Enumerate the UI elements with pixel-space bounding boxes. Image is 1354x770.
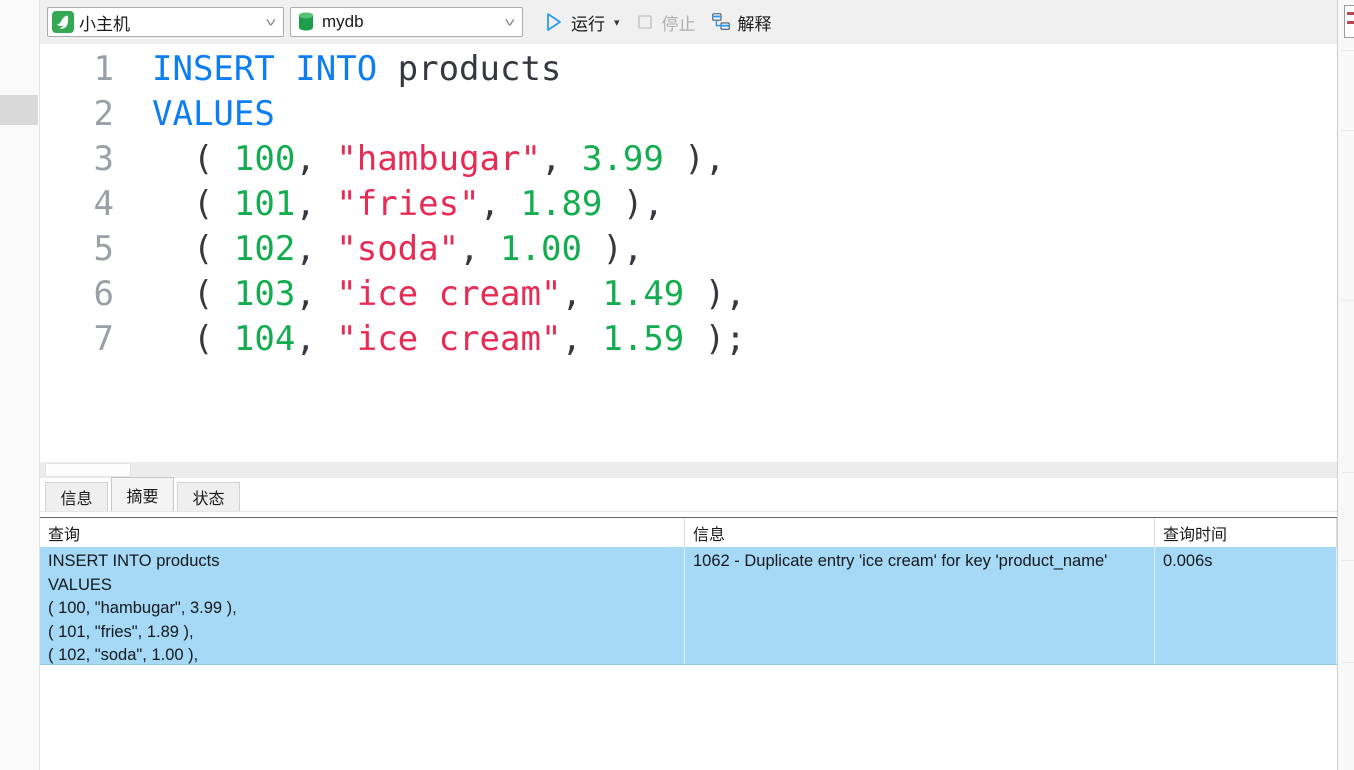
line-number: 2 xyxy=(40,92,133,137)
editor-line[interactable]: 5 ( 102, "soda", 1.00 ), xyxy=(40,227,1337,272)
summary-grid: 查询信息查询时间 INSERT INTO products VALUES ( 1… xyxy=(40,512,1337,770)
right-rail xyxy=(1337,0,1354,770)
column-header[interactable]: 信息 xyxy=(685,518,1155,547)
left-rail xyxy=(0,0,40,770)
column-header[interactable]: 查询时间 xyxy=(1155,518,1337,547)
code-text: INSERT INTO products xyxy=(133,47,561,92)
database-value: mydb xyxy=(322,12,502,32)
stop-button: 停止 xyxy=(634,10,696,35)
code-text: ( 100, "hambugar", 3.99 ), xyxy=(133,137,725,182)
editor-line[interactable]: 7 ( 104, "ice cream", 1.59 ); xyxy=(40,317,1337,362)
editor-line[interactable]: 2VALUES xyxy=(40,92,1337,137)
code-text: ( 104, "ice cream", 1.59 ); xyxy=(133,317,746,362)
editor-horizontal-scrollbar[interactable] xyxy=(40,462,1337,478)
query-cell[interactable]: INSERT INTO products VALUES ( 100, "hamb… xyxy=(40,547,685,664)
main-pane: 小主机 ˅ mydb ˅ xyxy=(40,0,1337,770)
code-text: ( 102, "soda", 1.00 ), xyxy=(133,227,643,272)
result-tabstrip: 信息摘要状态 xyxy=(40,478,1337,512)
code-text: ( 103, "ice cream", 1.49 ), xyxy=(133,272,746,317)
result-tab-信息[interactable]: 信息 xyxy=(45,482,108,511)
partial-sidebar-button[interactable] xyxy=(1344,5,1354,38)
message-cell[interactable]: 1062 - Duplicate entry 'ice cream' for k… xyxy=(685,547,1155,664)
scrollbar-thumb[interactable] xyxy=(45,463,131,477)
grid-header: 查询信息查询时间 xyxy=(40,517,1337,547)
result-tab-摘要[interactable]: 摘要 xyxy=(111,477,174,511)
explain-label: 解释 xyxy=(738,10,772,35)
time-cell[interactable]: 0.006s xyxy=(1155,547,1337,664)
sql-editor[interactable]: 1INSERT INTO products2VALUES3 ( 100, "ha… xyxy=(40,44,1337,462)
connection-select[interactable]: 小主机 ˅ xyxy=(47,7,284,37)
result-tab-状态[interactable]: 状态 xyxy=(177,482,240,511)
left-scrollbar-thumb[interactable] xyxy=(0,95,38,125)
editor-line[interactable]: 3 ( 100, "hambugar", 3.99 ), xyxy=(40,137,1337,182)
editor-line[interactable]: 1INSERT INTO products xyxy=(40,47,1337,92)
stop-icon xyxy=(634,11,656,33)
line-number: 1 xyxy=(40,47,133,92)
editor-line[interactable]: 4 ( 101, "fries", 1.89 ), xyxy=(40,182,1337,227)
line-number: 6 xyxy=(40,272,133,317)
grid-body: INSERT INTO products VALUES ( 100, "hamb… xyxy=(40,547,1337,665)
column-header[interactable]: 查询 xyxy=(40,518,685,547)
chevron-down-icon: ˅ xyxy=(505,15,516,30)
stop-label: 停止 xyxy=(662,10,696,35)
line-number: 3 xyxy=(40,137,133,182)
line-number: 7 xyxy=(40,317,133,362)
database-icon xyxy=(295,11,317,33)
connection-value: 小主机 xyxy=(79,10,263,35)
run-menu-caret-icon[interactable]: ▾ xyxy=(614,16,620,29)
result-row[interactable]: INSERT INTO products VALUES ( 100, "hamb… xyxy=(40,547,1337,665)
run-button[interactable]: 运行 ▾ xyxy=(543,10,620,35)
explain-icon xyxy=(710,11,732,33)
run-icon xyxy=(543,11,565,33)
query-editor-window: 小主机 ˅ mydb ˅ xyxy=(0,0,1354,770)
explain-button[interactable]: 解释 xyxy=(710,10,772,35)
line-number: 4 xyxy=(40,182,133,227)
code-text: VALUES xyxy=(133,92,275,137)
chevron-down-icon: ˅ xyxy=(266,15,277,30)
database-select[interactable]: mydb ˅ xyxy=(290,7,523,37)
code-text: ( 101, "fries", 1.89 ), xyxy=(133,182,664,227)
editor-line[interactable]: 6 ( 103, "ice cream", 1.49 ), xyxy=(40,272,1337,317)
query-toolbar: 小主机 ˅ mydb ˅ xyxy=(40,0,1337,44)
line-number: 5 xyxy=(40,227,133,272)
run-label: 运行 xyxy=(571,10,605,35)
mysql-connection-icon xyxy=(52,11,74,33)
